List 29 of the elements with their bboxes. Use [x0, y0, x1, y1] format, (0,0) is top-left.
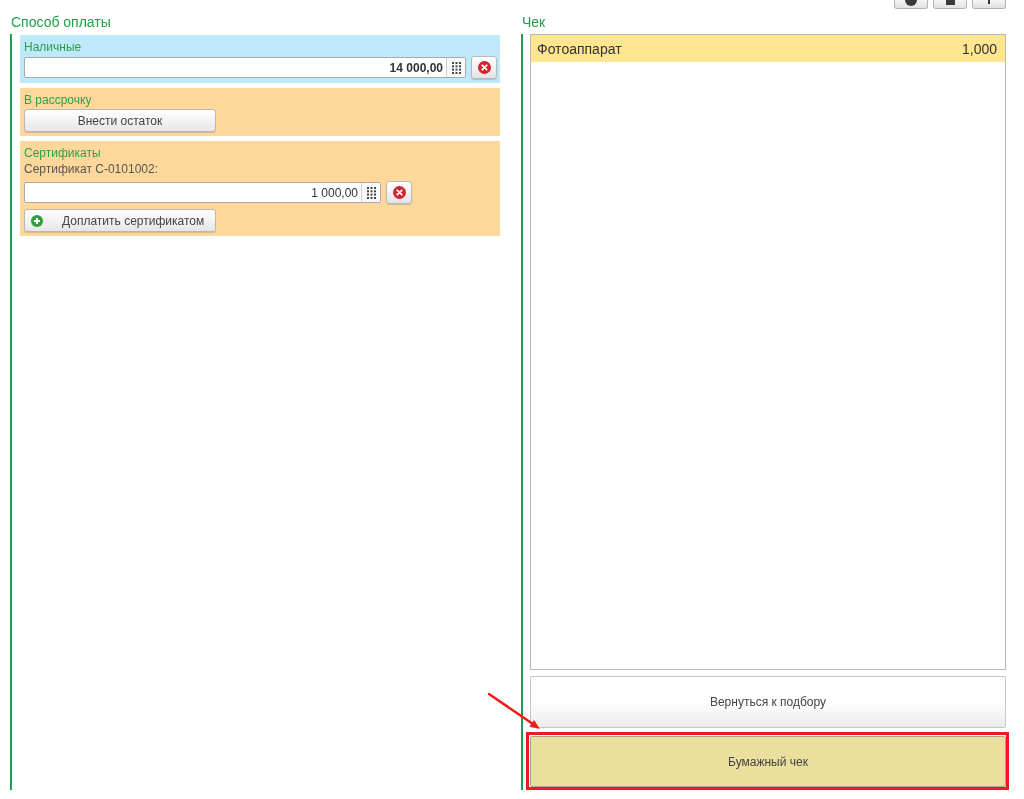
add-certificate-button[interactable]: Доплатить сертификатом	[24, 209, 216, 232]
pay-remainder-button[interactable]: Внести остаток	[24, 109, 216, 132]
print-receipt-button[interactable]: Бумажный чек	[530, 736, 1006, 787]
square-icon	[945, 0, 955, 5]
receipt-row[interactable]: Фотоаппарат 1,000	[531, 35, 1005, 62]
amount-field[interactable]: 1 000,00	[24, 182, 381, 203]
certificate-caption: Сертификат С-0101002:	[24, 161, 159, 177]
amount-field[interactable]: 14 000,00	[24, 57, 466, 78]
clear-icon	[477, 61, 491, 74]
clear-button[interactable]	[471, 56, 497, 79]
clear-icon	[392, 186, 406, 199]
group-label: Наличные	[24, 39, 83, 55]
calculator-button[interactable]	[361, 183, 380, 202]
section-title: Способ оплаты	[11, 14, 112, 30]
toolbar-button[interactable]	[933, 0, 967, 9]
calculator-button[interactable]	[446, 58, 465, 77]
pointer-arrow	[487, 691, 543, 731]
toolbar-button[interactable]	[894, 0, 928, 9]
toolbar-button[interactable]	[972, 0, 1006, 9]
clear-button[interactable]	[386, 181, 412, 204]
section-title: Чек	[522, 14, 547, 30]
group-label: В рассрочку	[24, 92, 93, 108]
item-quantity: 1,000	[961, 40, 997, 57]
group-label: Сертификаты	[24, 145, 102, 161]
plus-icon	[31, 214, 43, 227]
item-name: Фотоаппарат	[537, 40, 622, 57]
back-to-selection-button[interactable]: Вернуться к подбору	[530, 676, 1006, 728]
keypad-icon	[366, 186, 376, 199]
keypad-icon	[451, 61, 461, 74]
